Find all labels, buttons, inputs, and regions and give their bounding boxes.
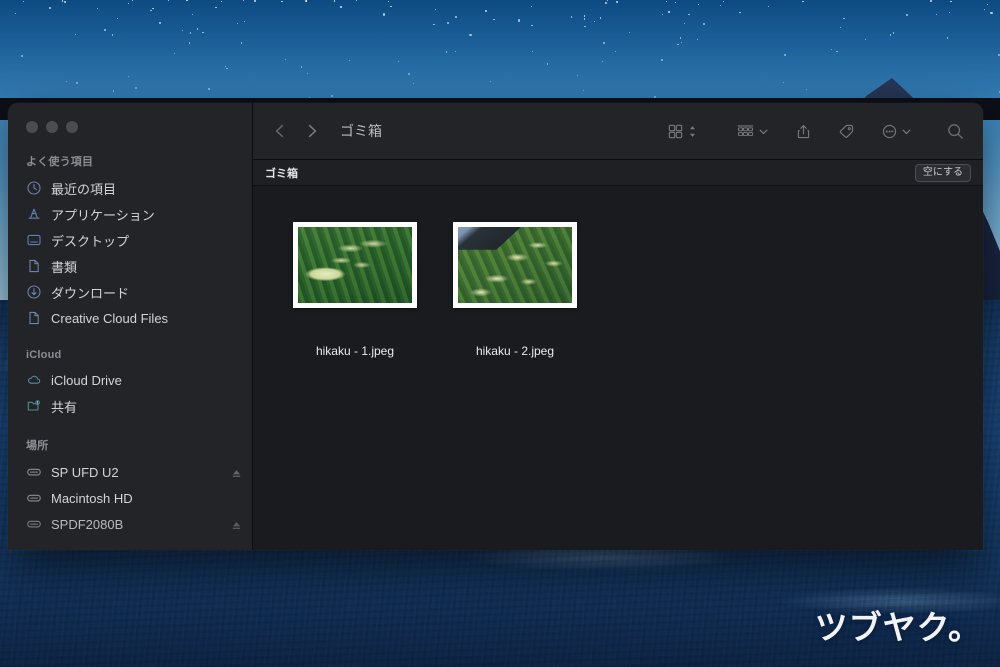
sidebar-group-title-locations: 場所 xyxy=(26,440,49,452)
sidebar-item-label: デスクトップ xyxy=(51,233,130,249)
sidebar-item-label: アプリケーション xyxy=(51,207,155,223)
document-icon xyxy=(26,310,42,326)
sidebar-item-label: Creative Cloud Files xyxy=(51,310,169,326)
sidebar-group-title-icloud: iCloud xyxy=(26,349,62,361)
finder-toolbar: ゴミ箱 xyxy=(253,103,983,160)
toolbar-right-group xyxy=(659,119,967,144)
file-grid[interactable]: hikaku - 1.jpeg hikaku - 2.jpeg xyxy=(253,186,983,550)
chevron-right-icon[interactable] xyxy=(303,122,321,140)
more-actions-button[interactable] xyxy=(873,120,920,143)
sidebar-item-label: 書類 xyxy=(51,259,78,275)
sidebar-item-label: SPDF2080B xyxy=(51,516,124,532)
search-button[interactable] xyxy=(920,119,967,144)
group-by-button[interactable] xyxy=(728,120,777,143)
navigation-buttons xyxy=(271,122,321,140)
finder-content-pane: ゴミ箱 ゴミ箱 空にする hikaku - 1.jpeg hikaku - 2.… xyxy=(253,103,983,550)
sidebar-item-downloads[interactable]: ダウンロード xyxy=(8,279,252,305)
watermark: ツブヤク。 xyxy=(814,608,982,647)
tag-button[interactable] xyxy=(830,120,863,143)
file-item[interactable]: hikaku - 1.jpeg xyxy=(275,222,435,358)
drive-icon xyxy=(26,490,42,506)
document-icon xyxy=(26,258,42,274)
image-thumbnail xyxy=(298,227,412,303)
share-button[interactable] xyxy=(787,120,820,143)
chevron-down-icon xyxy=(901,126,912,137)
chevron-left-icon[interactable] xyxy=(271,122,289,140)
minimize-button[interactable] xyxy=(46,121,58,133)
group-by-icon xyxy=(736,123,755,140)
sidebar-item-creative-cloud-files[interactable]: Creative Cloud Files xyxy=(8,305,252,331)
sidebar-item-recents[interactable]: 最近の項目 xyxy=(8,175,252,201)
finder-sidebar: よく使う項目 最近の項目 アプリケーション デスクトップ 書類 ダウンロード C… xyxy=(8,103,253,550)
sidebar-item-icloud-drive[interactable]: iCloud Drive xyxy=(8,367,252,393)
clock-icon xyxy=(26,180,42,196)
chevron-down-icon xyxy=(758,126,769,137)
sidebar-item-shared[interactable]: 共有 xyxy=(8,393,252,419)
window-controls xyxy=(8,103,252,133)
desktop-icon xyxy=(26,232,42,248)
applications-icon xyxy=(26,206,42,222)
cloud-icon xyxy=(26,372,42,388)
sidebar-item-label: iCloud Drive xyxy=(51,372,122,388)
sidebar-group-title-favorites: よく使う項目 xyxy=(26,156,94,168)
sidebar-scroll-area[interactable]: よく使う項目 最近の項目 アプリケーション デスクトップ 書類 ダウンロード C… xyxy=(8,133,252,537)
more-ellipsis-icon xyxy=(881,123,898,140)
sidebar-item-macintosh-hd[interactable]: Macintosh HD xyxy=(8,485,252,511)
close-button[interactable] xyxy=(26,121,38,133)
sidebar-item-documents[interactable]: 書類 xyxy=(8,253,252,279)
file-thumbnail-frame xyxy=(293,222,417,308)
trash-subbar: ゴミ箱 空にする xyxy=(253,160,983,186)
file-name: hikaku - 2.jpeg xyxy=(475,344,555,358)
file-name: hikaku - 1.jpeg xyxy=(315,344,395,358)
trash-label: ゴミ箱 xyxy=(265,167,298,180)
drive-icon xyxy=(26,464,42,480)
tag-icon xyxy=(838,123,855,140)
toolbar-title: ゴミ箱 xyxy=(340,123,382,139)
eject-icon[interactable] xyxy=(231,467,242,478)
shared-folder-icon xyxy=(26,398,42,414)
search-icon xyxy=(946,122,965,141)
empty-trash-button[interactable]: 空にする xyxy=(914,163,971,182)
finder-window: よく使う項目 最近の項目 アプリケーション デスクトップ 書類 ダウンロード C… xyxy=(8,103,983,550)
sidebar-item-spdf2080b[interactable]: SPDF2080B xyxy=(8,511,252,537)
sidebar-item-label: Macintosh HD xyxy=(51,490,133,506)
drive-icon xyxy=(26,516,42,532)
sidebar-item-label: ダウンロード xyxy=(51,285,130,301)
sidebar-item-sp-ufd-u2[interactable]: SP UFD U2 xyxy=(8,459,252,485)
icon-view-grid-icon xyxy=(667,123,684,140)
file-item[interactable]: hikaku - 2.jpeg xyxy=(435,222,595,358)
share-icon xyxy=(795,123,812,140)
file-thumbnail-frame xyxy=(453,222,577,308)
zoom-button[interactable] xyxy=(66,121,78,133)
chevron-updown-icon xyxy=(687,123,698,140)
view-mode-button[interactable] xyxy=(659,120,706,143)
download-icon xyxy=(26,284,42,300)
image-thumbnail xyxy=(458,227,572,303)
sidebar-item-label: 共有 xyxy=(51,399,78,415)
sidebar-item-label: 最近の項目 xyxy=(51,181,117,197)
sidebar-item-label: SP UFD U2 xyxy=(51,464,119,480)
sidebar-item-desktop[interactable]: デスクトップ xyxy=(8,227,252,253)
sidebar-item-applications[interactable]: アプリケーション xyxy=(8,201,252,227)
eject-icon[interactable] xyxy=(231,519,242,530)
